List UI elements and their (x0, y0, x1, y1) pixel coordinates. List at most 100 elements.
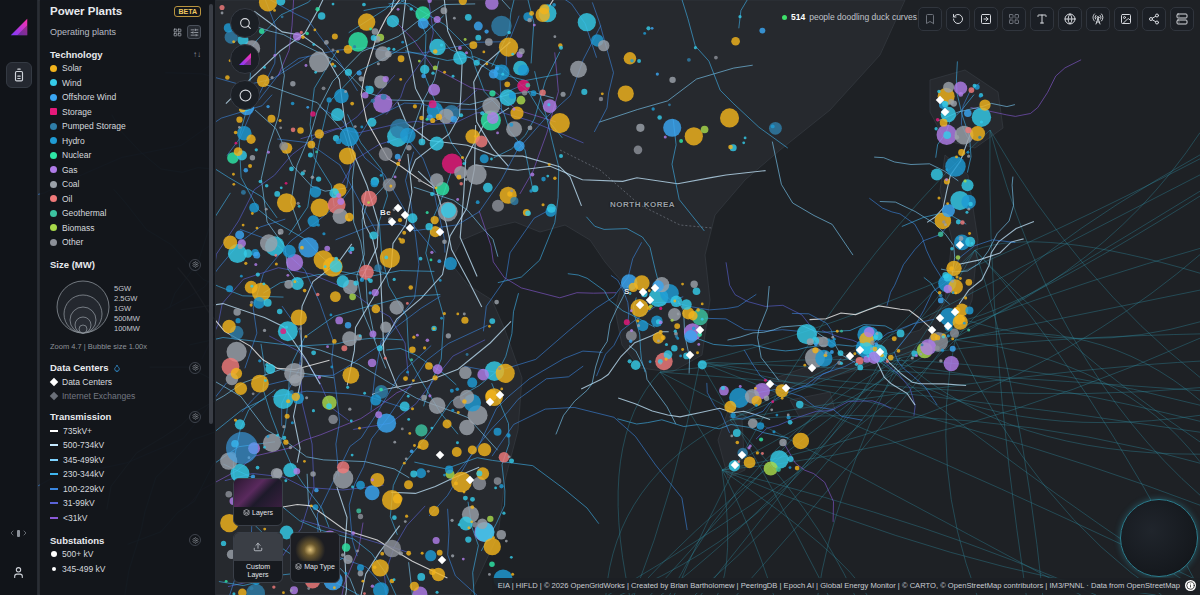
plant-dot[interactable] (504, 81, 510, 87)
transmission-line[interactable] (223, 464, 397, 595)
plant-dot[interactable] (814, 343, 818, 347)
plant-dot[interactable] (679, 354, 682, 357)
plant-dot[interactable] (401, 427, 404, 430)
plant-dot[interactable] (430, 118, 435, 123)
plant-dot[interactable] (492, 200, 504, 212)
plant-dot[interactable] (487, 516, 493, 522)
transmission-line[interactable] (941, 177, 1014, 272)
plant-dot[interactable] (357, 564, 364, 571)
data-center-marker[interactable] (406, 224, 414, 232)
plant-dot[interactable] (757, 422, 765, 430)
plant-dot[interactable] (290, 81, 295, 86)
plant-dot[interactable] (967, 328, 970, 331)
plant-dot[interactable] (952, 291, 955, 294)
data-center-marker[interactable] (486, 398, 494, 406)
data-center-marker[interactable] (401, 211, 409, 219)
plant-dot[interactable] (383, 540, 401, 558)
transmission-line[interactable] (202, 268, 408, 376)
plant-dot[interactable] (657, 339, 660, 342)
plant-dot[interactable] (770, 408, 773, 411)
plant-dot[interactable] (279, 142, 288, 151)
transmission-line[interactable] (269, 505, 447, 579)
submarine-cable[interactable] (722, 255, 1200, 470)
plant-dot[interactable] (484, 29, 488, 33)
plant-dot[interactable] (631, 360, 641, 370)
plant-dot[interactable] (371, 35, 377, 41)
data-center-marker[interactable] (944, 322, 952, 330)
brand-button[interactable] (230, 44, 260, 74)
plant-dot[interactable] (553, 177, 556, 180)
plant-dot[interactable] (864, 327, 874, 337)
plant-dot[interactable] (463, 496, 468, 501)
plant-dot[interactable] (358, 427, 361, 430)
plant-dot[interactable] (374, 264, 382, 272)
plant-dot[interactable] (314, 71, 317, 74)
plant-dot[interactable] (968, 232, 971, 235)
plant-dot[interactable] (437, 259, 441, 263)
plant-dot[interactable] (481, 110, 501, 130)
plant-dot[interactable] (394, 175, 397, 178)
plant-dot[interactable] (646, 26, 650, 30)
plant-dot[interactable] (303, 289, 307, 293)
plant-dot[interactable] (263, 528, 266, 531)
transmission-line[interactable] (869, 198, 952, 285)
transmission-line[interactable] (936, 95, 974, 158)
plant-dot[interactable] (453, 51, 467, 65)
plant-dot[interactable] (310, 471, 315, 476)
plant-dot[interactable] (440, 317, 443, 320)
plant-dot[interactable] (472, 522, 477, 527)
plant-dot[interactable] (964, 296, 967, 299)
plant-dot[interactable] (731, 413, 736, 418)
plant-dot[interactable] (410, 7, 414, 11)
plant-dot[interactable] (381, 94, 387, 100)
plant-dot[interactable] (265, 184, 269, 188)
plant-dot[interactable] (372, 289, 379, 296)
plant-dot[interactable] (315, 7, 319, 11)
plant-dot[interactable] (354, 125, 357, 128)
transmission-item[interactable]: 100-229kV (50, 482, 201, 497)
plant-dot[interactable] (322, 395, 336, 409)
plant-dot[interactable] (421, 395, 427, 401)
plant-dot[interactable] (312, 409, 315, 412)
plant-dot[interactable] (233, 308, 240, 315)
data-center-marker[interactable] (731, 461, 739, 469)
plant-dot[interactable] (764, 396, 769, 401)
plant-dot[interactable] (736, 441, 740, 445)
plant-dot[interactable] (674, 330, 677, 333)
data-center-marker[interactable] (738, 451, 746, 459)
transmission-line[interactable] (971, 60, 1082, 117)
plant-dot[interactable] (282, 425, 285, 428)
plant-dot[interactable] (344, 90, 347, 93)
transmission-line[interactable] (464, 242, 642, 372)
plant-dot[interactable] (263, 329, 266, 332)
plant-dot[interactable] (421, 552, 424, 555)
plant-dot[interactable] (232, 183, 235, 186)
plant-dot[interactable] (465, 14, 472, 21)
plant-dot[interactable] (223, 236, 237, 250)
plant-dot[interactable] (517, 96, 526, 105)
plant-dot[interactable] (266, 105, 269, 108)
plant-dot[interactable] (359, 76, 364, 81)
plant-dot[interactable] (505, 540, 508, 543)
plant-dot[interactable] (406, 302, 409, 305)
plant-dot[interactable] (437, 550, 443, 556)
submarine-cable[interactable] (608, 340, 955, 595)
technology-item[interactable]: Nuclear (50, 148, 201, 163)
plant-dot[interactable] (281, 15, 284, 18)
plant-dot[interactable] (417, 445, 421, 449)
plant-dot[interactable] (350, 102, 354, 106)
plant-dot[interactable] (337, 275, 349, 287)
transmission-line[interactable] (294, 244, 352, 463)
plant-dot[interactable] (979, 93, 983, 97)
plant-dot[interactable] (815, 350, 832, 367)
plant-dot[interactable] (428, 84, 440, 96)
plant-dot[interactable] (405, 515, 408, 518)
plant-dot[interactable] (369, 291, 372, 294)
plant-dot[interactable] (679, 139, 683, 143)
plant-dot[interactable] (840, 330, 843, 333)
plant-dot[interactable] (405, 457, 408, 460)
transmission-line[interactable] (568, 274, 655, 328)
plant-dot[interactable] (431, 216, 439, 224)
plant-dot[interactable] (561, 92, 566, 97)
plant-dot[interactable] (407, 418, 410, 421)
